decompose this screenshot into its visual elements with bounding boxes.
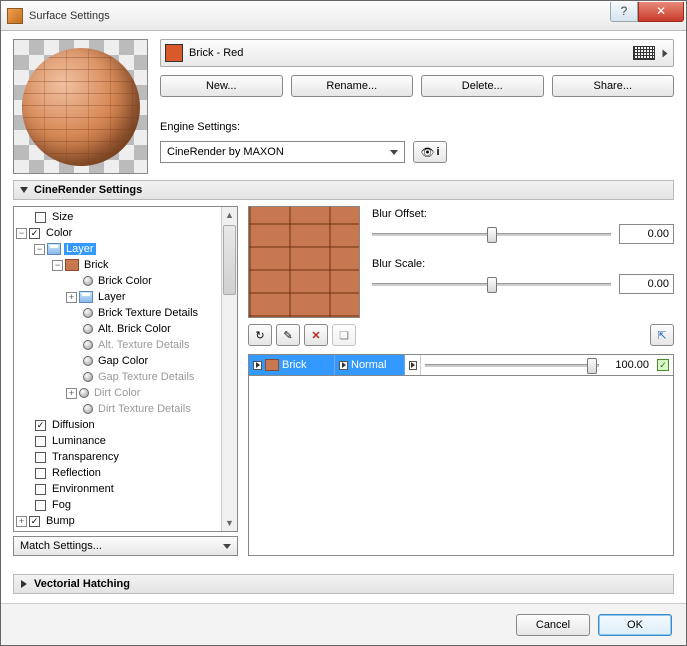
app-icon xyxy=(7,8,23,24)
match-settings-button[interactable]: Match Settings... xyxy=(13,536,238,556)
tree-node-size[interactable]: Size xyxy=(16,209,219,225)
blur-scale-label: Blur Scale: xyxy=(372,258,674,270)
tree-node-transparency[interactable]: Transparency xyxy=(16,449,219,465)
export-icon: ⇱ xyxy=(657,329,666,342)
blur-scale-field[interactable]: 0.00 xyxy=(619,274,674,294)
tree-node-layer[interactable]: − Layer xyxy=(16,241,219,257)
close-button[interactable]: ✕ xyxy=(638,2,684,22)
engine-combo[interactable]: CineRender by MAXON xyxy=(160,141,405,163)
engine-label: Engine Settings: xyxy=(160,121,674,133)
blur-offset-slider[interactable] xyxy=(372,225,611,243)
dot-icon xyxy=(83,372,93,382)
x-icon: ✕ xyxy=(311,329,320,342)
tree-node-layer2[interactable]: + Layer xyxy=(16,289,219,305)
options-menu-icon[interactable] xyxy=(409,361,417,370)
tree-node-gap-tex[interactable]: Gap Texture Details xyxy=(16,369,219,385)
hatch-pattern-icon[interactable] xyxy=(633,46,655,60)
dot-icon xyxy=(83,324,93,334)
chevron-down-icon xyxy=(223,544,231,549)
tree-node-bump[interactable]: + Bump xyxy=(16,513,219,529)
title-bar: Surface Settings ? ✕ xyxy=(1,1,686,31)
tree-scrollbar[interactable]: ▲ ▼ xyxy=(221,207,237,531)
eye-icon: 👁 xyxy=(420,146,434,159)
engine-info-button[interactable]: 👁i xyxy=(413,141,447,163)
tree-node-dirt-color[interactable]: + Dirt Color xyxy=(16,385,219,401)
texture-preview xyxy=(248,206,360,318)
layers-icon xyxy=(79,291,93,303)
reload-icon: ↻ xyxy=(255,329,264,342)
tree-node-environment[interactable]: Environment xyxy=(16,481,219,497)
tree-node-brick-tex[interactable]: Brick Texture Details xyxy=(16,305,219,321)
vectorial-section-header[interactable]: Vectorial Hatching xyxy=(13,574,674,594)
blur-offset-field[interactable]: 0.00 xyxy=(619,224,674,244)
opacity-value[interactable]: 100.00 xyxy=(603,355,653,375)
chevron-down-icon xyxy=(390,150,398,155)
layers-disabled-button: ❏ xyxy=(332,324,356,346)
brick-icon xyxy=(65,259,79,271)
layer-list-row[interactable]: Brick Normal 100.00 ✓ xyxy=(248,354,674,376)
scroll-thumb[interactable] xyxy=(223,225,236,295)
tree-node-brick-color[interactable]: Brick Color xyxy=(16,273,219,289)
edit-icon: ✎ xyxy=(283,329,292,342)
help-button[interactable]: ? xyxy=(610,2,638,22)
tree-node-reflection[interactable]: Reflection xyxy=(16,465,219,481)
share-button[interactable]: Share... xyxy=(552,75,675,97)
scroll-down-icon[interactable]: ▼ xyxy=(222,515,237,531)
blend-menu-icon[interactable] xyxy=(339,361,348,370)
brick-icon xyxy=(265,359,279,371)
export-button[interactable]: ⇱ xyxy=(650,324,674,346)
layer-enable-checkbox[interactable]: ✓ xyxy=(653,355,673,375)
cinerender-section-title: CineRender Settings xyxy=(34,184,142,196)
dot-icon xyxy=(83,404,93,414)
dot-icon xyxy=(83,356,93,366)
remove-button[interactable]: ✕ xyxy=(304,324,328,346)
dot-icon xyxy=(79,388,89,398)
tree-node-fog[interactable]: Fog xyxy=(16,497,219,513)
tree-node-brick[interactable]: − Brick xyxy=(16,257,219,273)
dialog-button-bar: Cancel OK xyxy=(1,603,686,645)
tree-node-alt-tex[interactable]: Alt. Texture Details xyxy=(16,337,219,353)
dot-icon xyxy=(83,340,93,350)
delete-button[interactable]: Delete... xyxy=(421,75,544,97)
material-preview-sphere xyxy=(13,39,148,174)
tree-node-dirt-tex[interactable]: Dirt Texture Details xyxy=(16,401,219,417)
blend-mode: Normal xyxy=(351,359,386,371)
dot-icon xyxy=(83,276,93,286)
cinerender-section-header[interactable]: CineRender Settings xyxy=(13,180,674,200)
layers-icon: ❏ xyxy=(339,329,349,342)
cancel-button[interactable]: Cancel xyxy=(516,614,590,636)
layer-menu-icon[interactable] xyxy=(253,361,262,370)
blur-offset-label: Blur Offset: xyxy=(372,208,674,220)
ok-button[interactable]: OK xyxy=(598,614,672,636)
engine-selected: CineRender by MAXON xyxy=(167,146,284,158)
tree-node-alt-brick[interactable]: Alt. Brick Color xyxy=(16,321,219,337)
scroll-up-icon[interactable]: ▲ xyxy=(222,207,237,223)
dot-icon xyxy=(83,308,93,318)
disclosure-down-icon xyxy=(20,187,28,193)
material-name: Brick - Red xyxy=(189,47,627,59)
rename-button[interactable]: Rename... xyxy=(291,75,414,97)
reload-button[interactable]: ↻ xyxy=(248,324,272,346)
tree-node-gap-color[interactable]: Gap Color xyxy=(16,353,219,369)
layer-list-body[interactable] xyxy=(248,376,674,556)
edit-button[interactable]: ✎ xyxy=(276,324,300,346)
material-name-bar[interactable]: Brick - Red xyxy=(160,39,674,67)
disclosure-right-icon xyxy=(21,580,27,588)
vectorial-section-title: Vectorial Hatching xyxy=(34,578,130,590)
layer-name: Brick xyxy=(282,359,306,371)
tree-node-diffusion[interactable]: Diffusion xyxy=(16,417,219,433)
window-title: Surface Settings xyxy=(29,10,610,22)
layers-icon xyxy=(47,243,61,255)
opacity-slider[interactable] xyxy=(425,356,599,374)
new-button[interactable]: New... xyxy=(160,75,283,97)
tree-node-color[interactable]: − Color xyxy=(16,225,219,241)
settings-tree[interactable]: Size − Color − Layer − xyxy=(13,206,238,532)
blur-scale-slider[interactable] xyxy=(372,275,611,293)
material-swatch xyxy=(165,44,183,62)
material-menu-arrow-icon[interactable] xyxy=(663,49,668,57)
tree-node-luminance[interactable]: Luminance xyxy=(16,433,219,449)
